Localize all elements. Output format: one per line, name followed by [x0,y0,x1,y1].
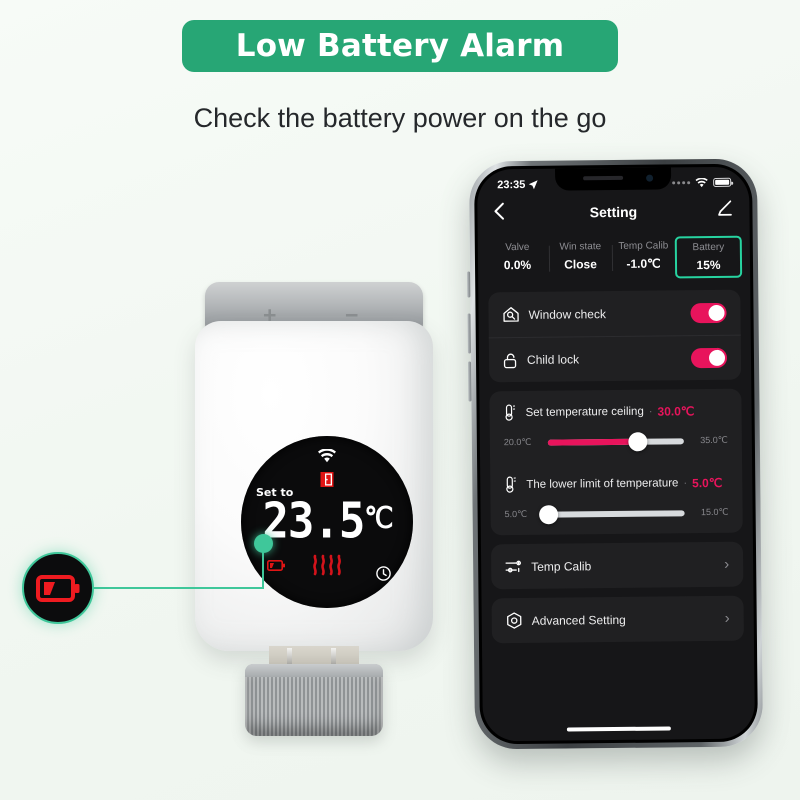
heat-waves-icon [310,554,344,581]
child-lock-icon [503,353,517,368]
row-child-lock[interactable]: Child lock [488,334,742,383]
row-advanced-setting[interactable]: Advanced Setting › [492,596,744,644]
ceiling-slider-thumb[interactable] [628,431,648,451]
phone-mockup: 23:35 Setting Valve 0.0% Win state Close… [467,158,764,750]
chevron-right-icon: › [724,609,730,627]
lower-limit-slider-thumb[interactable] [539,504,559,524]
thermostat-device: + − Set to 23.5℃ [183,276,443,776]
slider-header: The lower limit of temperature · 5.0℃ [504,474,728,493]
slider-body: 20.0℃ 35.0℃ [503,431,728,451]
low-battery-icon [36,574,80,602]
slider-label: Set temperature ceiling [525,405,644,419]
stat-label: Win state [559,241,602,253]
stat-label: Temp Calib [618,240,669,252]
callout-anchor-dot [254,534,273,553]
device-display: Set to 23.5℃ [241,436,413,608]
thermometer-icon [505,404,516,421]
lower-limit-slider-track[interactable] [539,504,685,524]
slider-label: The lower limit of temperature [526,476,679,491]
chevron-left-icon [494,202,505,220]
stat-label: Battery [692,241,725,254]
device-temperature-unit: ℃ [364,501,393,536]
row-label: Window check [528,306,606,322]
signal-dots-icon [672,181,691,185]
callout-line [86,587,264,589]
callout-badge [22,552,94,624]
page-title: Low Battery Alarm [235,28,565,64]
slider-separator: · [683,476,688,489]
phone-mute-switch[interactable] [467,271,471,298]
wifi-icon [317,448,337,469]
stat-label: Valve [505,241,530,254]
slider-fill [547,438,638,446]
phone-notch [555,167,672,191]
phone-volume-up-button[interactable] [467,313,471,354]
status-bar-right [672,177,732,188]
temp-calib-card: Temp Calib › [490,541,744,590]
thermometer-icon [506,476,516,493]
window-check-toggle[interactable] [690,302,727,323]
slider-separator: · [648,405,653,418]
slider-value: 30.0℃ [657,403,695,419]
row-temp-calib[interactable]: Temp Calib › [491,542,743,590]
slider-body: 5.0℃ 15.0℃ [504,504,729,524]
stat-value: 0.0% [503,257,532,273]
slider-min-label: 5.0℃ [504,508,528,520]
earpiece-speaker [583,175,624,181]
ceiling-slider-track[interactable] [547,431,684,451]
stat-temp-calib[interactable]: Temp Calib -1.0℃ [612,236,675,279]
page-root: Low Battery Alarm Check the battery powe… [0,0,800,800]
advanced-setting-card: Advanced Setting › [491,595,744,644]
sliders-card: Set temperature ceiling · 30.0℃ 20.0℃ 35… [489,388,743,536]
open-window-icon [320,472,334,492]
sliders-icon [505,560,521,573]
edit-button[interactable] [716,200,733,222]
callout-line [262,548,264,588]
app-screen: 23:35 Setting Valve 0.0% Win state Close… [477,166,755,742]
stat-win-state[interactable]: Win state Close [549,237,612,280]
wifi-icon [695,177,708,187]
stat-value: 15% [696,257,721,273]
nav-bar: Setting [477,194,749,231]
device-temperature-value: 23.5 [262,492,365,551]
page-title-setting: Setting [589,203,638,221]
row-label: Temp Calib [531,558,592,574]
slider-value: 5.0℃ [692,475,723,490]
row-label: Child lock [526,352,580,367]
window-check-icon [503,307,519,322]
row-window-check[interactable]: Window check [488,290,740,338]
stat-value: -1.0℃ [626,256,661,271]
device-valve-nut [245,664,383,736]
slider-max-label: 35.0℃ [700,434,728,446]
front-camera [646,174,654,182]
low-battery-icon [267,558,285,576]
slider-max-label: 15.0℃ [700,506,729,518]
child-lock-toggle[interactable] [690,347,728,369]
slider-header: Set temperature ceiling · 30.0℃ [503,402,727,421]
phone-volume-down-button[interactable] [468,361,472,402]
slider-ceiling: Set temperature ceiling · 30.0℃ 20.0℃ 35… [489,389,742,464]
phone-bezel: 23:35 Setting Valve 0.0% Win state Close… [473,163,759,745]
stat-row: Valve 0.0% Win state Close Temp Calib -1… [478,228,751,293]
advanced-setting-icon [507,612,522,629]
stat-valve[interactable]: Valve 0.0% [486,238,549,281]
clock-icon [376,566,391,586]
chevron-right-icon: › [724,555,730,573]
slider-lower-limit: The lower limit of temperature · 5.0℃ 5.… [490,461,743,536]
status-bar-left: 23:35 [497,178,538,191]
stat-value: Close [564,257,597,272]
home-indicator[interactable] [566,726,671,732]
back-button[interactable] [493,202,505,225]
toggles-card: Window check Child lock [488,289,742,383]
pencil-edit-icon [718,200,732,216]
location-arrow-icon [528,179,538,189]
status-time: 23:35 [497,178,526,191]
device-body: Set to 23.5℃ [195,321,433,651]
slider-min-label: 20.0℃ [503,436,532,448]
battery-full-icon [713,177,732,187]
stat-battery[interactable]: Battery 15% [674,235,743,279]
page-title-badge: Low Battery Alarm [182,20,618,72]
row-label: Advanced Setting [531,612,626,628]
page-subtitle: Check the battery power on the go [193,103,607,133]
